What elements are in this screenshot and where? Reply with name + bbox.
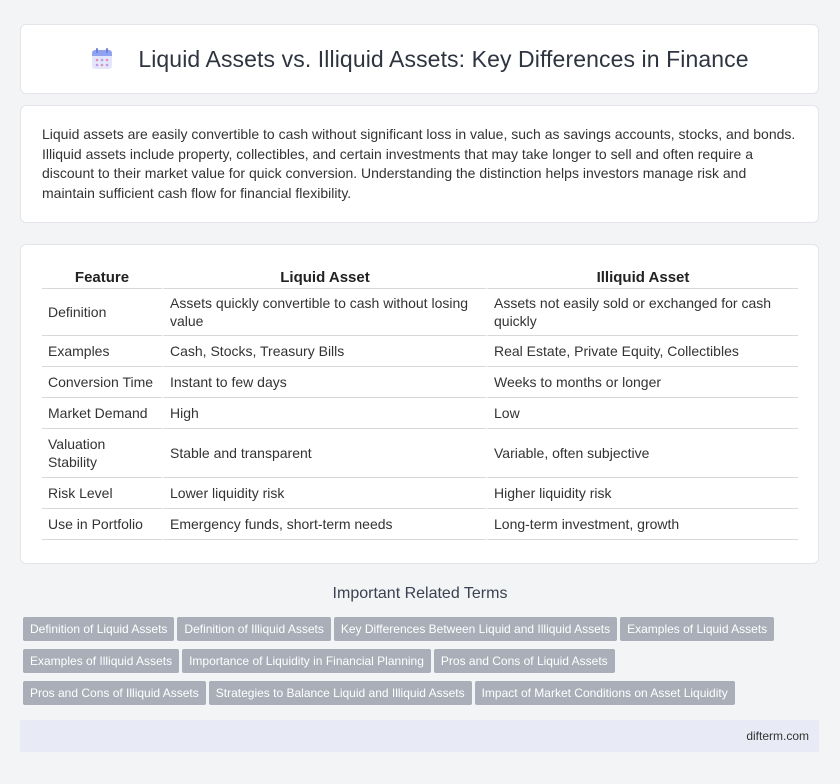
cell-illiquid: Long-term investment, growth [486, 509, 798, 540]
related-term-tag[interactable]: Pros and Cons of Illiquid Assets [23, 681, 206, 705]
cell-illiquid: Low [486, 398, 798, 429]
table-row: Market Demand High Low [42, 398, 798, 429]
related-term-tag[interactable]: Definition of Liquid Assets [23, 617, 175, 641]
related-term-tag[interactable]: Definition of Illiquid Assets [177, 617, 331, 641]
cell-liquid: Cash, Stocks, Treasury Bills [162, 336, 486, 367]
cell-liquid: Lower liquidity risk [162, 478, 486, 509]
related-term-tag[interactable]: Strategies to Balance Liquid and Illiqui… [208, 681, 472, 705]
cell-feature: Risk Level [42, 478, 162, 509]
table-row: Valuation Stability Stable and transpare… [42, 429, 798, 478]
header-card: Liquid Assets vs. Illiquid Assets: Key D… [20, 24, 819, 94]
column-header-liquid: Liquid Asset [162, 265, 486, 289]
table-row: Risk Level Lower liquidity risk Higher l… [42, 478, 798, 509]
cell-liquid: Stable and transparent [162, 429, 486, 478]
intro-card: Liquid assets are easily convertible to … [20, 105, 819, 223]
cell-illiquid: Weeks to months or longer [486, 367, 798, 398]
page-title: Liquid Assets vs. Illiquid Assets: Key D… [138, 45, 749, 72]
cell-illiquid: Real Estate, Private Equity, Collectible… [486, 336, 798, 367]
related-term-tag[interactable]: Impact of Market Conditions on Asset Liq… [474, 681, 735, 705]
footer-site-link[interactable]: difterm.com [746, 729, 809, 743]
related-term-tag[interactable]: Examples of Liquid Assets [620, 617, 775, 641]
cell-liquid: High [162, 398, 486, 429]
related-term-tag[interactable]: Pros and Cons of Liquid Assets [433, 649, 615, 673]
calendar-icon [90, 47, 114, 71]
related-term-tag[interactable]: Importance of Liquidity in Financial Pla… [182, 649, 431, 673]
cell-feature: Conversion Time [42, 367, 162, 398]
cell-illiquid: Higher liquidity risk [486, 478, 798, 509]
cell-feature: Definition [42, 289, 162, 336]
related-terms-title: Important Related Terms [332, 585, 508, 602]
cell-illiquid: Variable, often subjective [486, 429, 798, 478]
cell-liquid: Instant to few days [162, 367, 486, 398]
cell-liquid: Emergency funds, short-term needs [162, 509, 486, 540]
cell-liquid: Assets quickly convertible to cash witho… [162, 289, 486, 336]
related-term-tag[interactable]: Examples of Illiquid Assets [23, 649, 180, 673]
table-header-row: Feature Liquid Asset Illiquid Asset [42, 265, 798, 289]
table-row: Examples Cash, Stocks, Treasury Bills Re… [42, 336, 798, 367]
cell-illiquid: Assets not easily sold or exchanged for … [486, 289, 798, 336]
cell-feature: Examples [42, 336, 162, 367]
related-terms-tags: Definition of Liquid Assets Definition of… [23, 617, 823, 713]
footer: difterm.com [20, 720, 819, 752]
comparison-table-card: Feature Liquid Asset Illiquid Asset Defi… [20, 244, 819, 564]
cell-feature: Valuation Stability [42, 429, 162, 478]
related-term-tag[interactable]: Key Differences Between Liquid and Illiq… [333, 617, 618, 641]
table-row: Definition Assets quickly convertible to… [42, 289, 798, 336]
column-header-illiquid: Illiquid Asset [486, 265, 798, 289]
cell-feature: Use in Portfolio [42, 509, 162, 540]
cell-feature: Market Demand [42, 398, 162, 429]
table-row: Conversion Time Instant to few days Week… [42, 367, 798, 398]
comparison-table: Feature Liquid Asset Illiquid Asset Defi… [42, 265, 798, 540]
intro-text: Liquid assets are easily convertible to … [42, 126, 796, 201]
table-row: Use in Portfolio Emergency funds, short-… [42, 509, 798, 540]
column-header-feature: Feature [42, 265, 162, 289]
